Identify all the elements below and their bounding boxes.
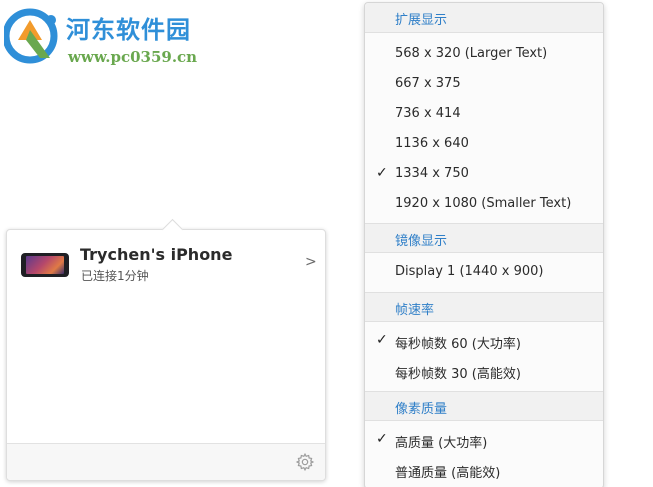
chevron-right-icon[interactable]: > bbox=[305, 254, 317, 270]
menu-item-res-1920x1080[interactable]: 1920 x 1080 (Smaller Text) bbox=[365, 189, 603, 219]
watermark-url: www.pc0359.cn bbox=[68, 48, 198, 66]
checkmark-icon: ✓ bbox=[376, 165, 388, 181]
menu-item-res-1136x640[interactable]: 1136 x 640 bbox=[365, 129, 603, 159]
section-title-frame-rate: 帧速率 bbox=[395, 303, 435, 318]
section-pixel-quality: 像素质量 bbox=[365, 391, 603, 421]
watermark-title: 河东软件园 bbox=[66, 15, 191, 44]
popover-footer bbox=[7, 443, 325, 480]
gear-icon[interactable] bbox=[295, 452, 315, 472]
menu-item-label: 667 x 375 bbox=[395, 76, 461, 91]
menu-item-display-1[interactable]: Display 1 (1440 x 900) bbox=[365, 257, 603, 287]
popover-arrow bbox=[161, 218, 184, 241]
device-name: Trychen's iPhone bbox=[80, 245, 233, 264]
menu-item-label: 每秒帧数 30 (高能效) bbox=[395, 367, 521, 382]
menu-item-res-736x414[interactable]: 736 x 414 bbox=[365, 99, 603, 129]
menu-item-res-1334x750[interactable]: ✓ 1334 x 750 bbox=[365, 159, 603, 189]
menu-item-label: Display 1 (1440 x 900) bbox=[395, 264, 544, 279]
section-extended-display: 扩展显示 bbox=[365, 3, 603, 33]
section-title-mirror-display: 镜像显示 bbox=[395, 234, 448, 249]
checkmark-icon: ✓ bbox=[376, 431, 388, 447]
menu-item-label: 1334 x 750 bbox=[395, 166, 469, 181]
menu-item-fps-30[interactable]: 每秒帧数 30 (高能效) bbox=[365, 356, 603, 386]
menu-item-label: 高质量 (大功率) bbox=[395, 436, 488, 451]
watermark-logo-icon bbox=[4, 8, 58, 64]
menu-item-label: 每秒帧数 60 (大功率) bbox=[395, 337, 521, 352]
menu-item-label: 1920 x 1080 (Smaller Text) bbox=[395, 196, 572, 211]
page: 河东软件园 www.pc0359.cn Trychen's iPhone 已连接… bbox=[0, 0, 653, 487]
section-frame-rate: 帧速率 bbox=[365, 292, 603, 322]
menu-item-res-568x320[interactable]: 568 x 320 (Larger Text) bbox=[365, 39, 603, 69]
menu-item-fps-60[interactable]: ✓ 每秒帧数 60 (大功率) bbox=[365, 326, 603, 356]
section-title-extended-display: 扩展显示 bbox=[395, 13, 448, 28]
menu-item-label: 736 x 414 bbox=[395, 106, 461, 121]
menu-item-quality-normal[interactable]: 普通质量 (高能效) bbox=[365, 455, 603, 485]
device-row[interactable]: Trychen's iPhone 已连接1分钟 > bbox=[7, 240, 325, 290]
section-mirror-display: 镜像显示 bbox=[365, 223, 603, 253]
display-settings-menu: 扩展显示 568 x 320 (Larger Text) 667 x 375 7… bbox=[364, 2, 604, 487]
checkmark-icon: ✓ bbox=[376, 332, 388, 348]
watermark-logo: 河东软件园 www.pc0359.cn bbox=[4, 4, 219, 72]
menu-item-label: 568 x 320 (Larger Text) bbox=[395, 46, 548, 61]
menu-item-label: 普通质量 (高能效) bbox=[395, 466, 501, 481]
device-status: 已连接1分钟 bbox=[81, 269, 149, 283]
menu-item-label: 1136 x 640 bbox=[395, 136, 469, 151]
menu-item-quality-high[interactable]: ✓ 高质量 (大功率) bbox=[365, 425, 603, 455]
device-popover: Trychen's iPhone 已连接1分钟 > bbox=[6, 218, 326, 481]
menu-item-res-667x375[interactable]: 667 x 375 bbox=[365, 69, 603, 99]
iphone-thumbnail-icon bbox=[21, 253, 69, 277]
section-title-pixel-quality: 像素质量 bbox=[395, 402, 448, 417]
iphone-screen-preview bbox=[26, 256, 64, 274]
